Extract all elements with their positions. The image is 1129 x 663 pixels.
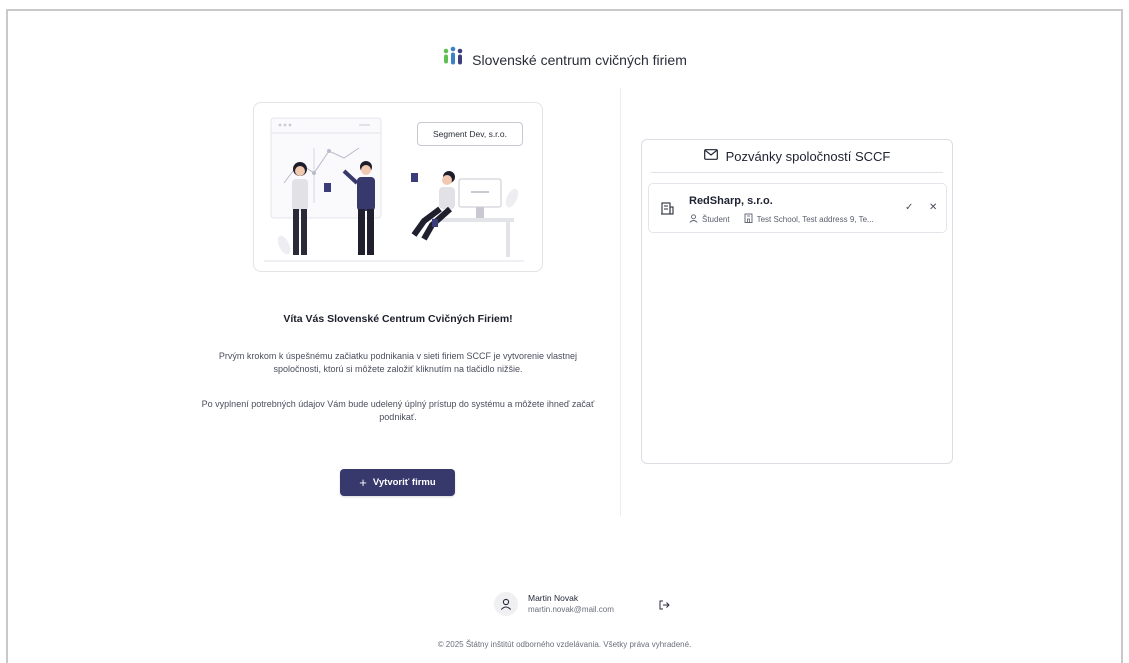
user-info: Martin Novak martin.novak@mail.com	[494, 592, 614, 616]
invitations-header: Pozvánky spoločností SCCF	[651, 140, 943, 173]
brand-title: Slovenské centrum cvičných firiem	[472, 51, 687, 68]
school-icon	[744, 213, 753, 225]
app-frame	[6, 9, 1123, 663]
brand-header: Slovenské centrum cvičných firiem	[0, 46, 1129, 73]
invitations-title: Pozvánky spoločností SCCF	[725, 148, 891, 164]
decline-icon[interactable]: ✕	[929, 202, 937, 213]
mail-icon	[703, 147, 718, 165]
column-divider	[620, 88, 621, 516]
user-name: Martin Novak	[528, 593, 579, 603]
welcome-illustration: Segment Dev, s.r.o.	[253, 102, 543, 272]
create-company-label: Vytvoriť firmu	[372, 477, 436, 488]
invitation-item[interactable]: RedSharp, s.r.o. Študent Test School, Te…	[648, 183, 947, 233]
invitations-panel: Pozvánky spoločností SCCF RedSharp, s.r.…	[641, 139, 953, 464]
person-icon	[689, 213, 698, 225]
user-avatar-icon	[494, 592, 518, 616]
user-email: martin.novak@mail.com	[528, 605, 614, 614]
plus-icon: +	[359, 475, 367, 490]
logout-icon[interactable]	[659, 597, 670, 615]
brand-logo-icon	[442, 46, 464, 73]
copyright-text: © 2025 Štátny inštitút odborného vzdeláv…	[437, 640, 692, 649]
invitation-company-name: RedSharp, s.r.o.	[689, 195, 773, 207]
invitation-role: Študent	[702, 214, 730, 224]
accept-icon[interactable]: ✓	[905, 202, 913, 213]
invitation-meta: Študent Test School, Test address 9, Te.…	[689, 213, 903, 225]
welcome-paragraph-2: Po vyplnení potrebných údajov Vám bude u…	[201, 399, 595, 422]
invitation-address: Test School, Test address 9, Te...	[756, 214, 874, 224]
create-company-button[interactable]: + Vytvoriť firmu	[340, 469, 455, 496]
company-badge: Segment Dev, s.r.o.	[417, 122, 523, 146]
welcome-paragraph-1: Prvým krokom k úspešnému začiatku podnik…	[218, 351, 578, 374]
building-icon	[660, 201, 674, 220]
